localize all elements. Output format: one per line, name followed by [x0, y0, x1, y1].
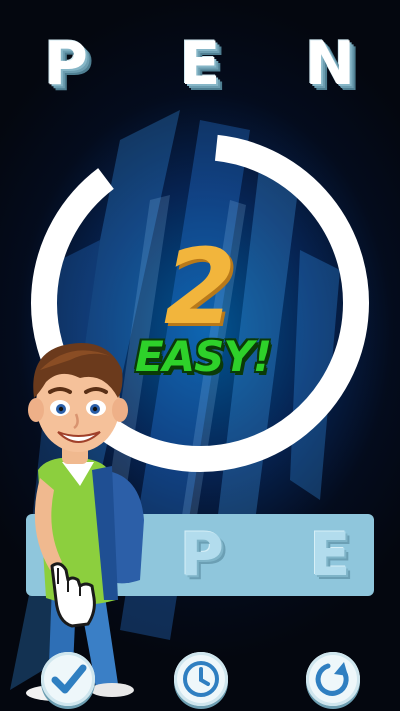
check-icon — [51, 664, 87, 694]
countdown-number: 2 — [163, 226, 237, 348]
feedback-text: EASY! — [134, 332, 272, 381]
timer-button[interactable] — [174, 652, 228, 706]
scrambled-letter-2[interactable]: P — [170, 520, 234, 590]
scrambled-letter-3[interactable]: E — [298, 520, 362, 590]
reset-button[interactable] — [306, 652, 360, 706]
confirm-button[interactable] — [41, 652, 95, 706]
scrambled-letter-1[interactable]: N — [40, 520, 104, 590]
game-screen: P E N 2 EASY! N P E — [0, 0, 400, 711]
clock-icon — [183, 661, 219, 697]
refresh-icon — [315, 662, 349, 696]
